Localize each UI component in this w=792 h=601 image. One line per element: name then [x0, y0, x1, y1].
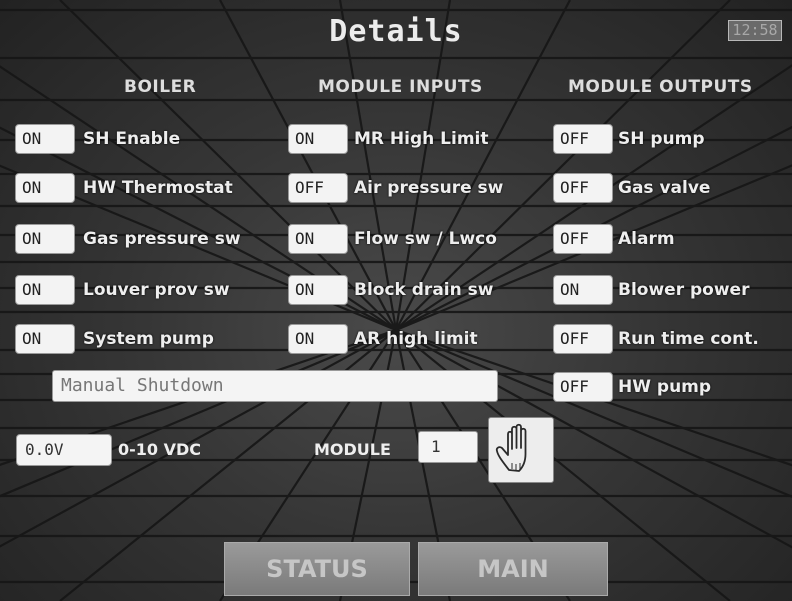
input-label: MR High Limit	[354, 129, 489, 149]
output-label: Gas valve	[618, 178, 711, 198]
hand-icon	[495, 423, 527, 472]
output-state-badge: OFF	[553, 324, 613, 354]
input-label: AR high limit	[354, 329, 478, 349]
page-title: Details	[329, 14, 463, 49]
module-outputs-header: MODULE OUTPUTS	[568, 77, 753, 97]
output-label: Alarm	[618, 229, 675, 249]
status-message-field: Manual Shutdown	[52, 370, 498, 402]
boiler-state-badge: ON	[15, 324, 75, 354]
input-state-badge: ON	[288, 124, 348, 154]
output-label: Run time cont.	[618, 329, 759, 349]
module-number-field[interactable]: 1	[418, 431, 478, 463]
input-state-badge: OFF	[288, 173, 348, 203]
boiler-label: SH Enable	[83, 129, 181, 149]
main-button[interactable]: MAIN	[418, 542, 608, 596]
input-label: Block drain sw	[354, 280, 494, 300]
boiler-header: BOILER	[124, 77, 197, 97]
clock-display: 12:58	[728, 20, 782, 41]
module-label: MODULE	[314, 440, 391, 459]
voltage-readout: 0.0V	[16, 434, 112, 466]
status-button[interactable]: STATUS	[224, 542, 410, 596]
boiler-label: Gas pressure sw	[83, 229, 241, 249]
boiler-state-badge: ON	[15, 275, 75, 305]
output-state-badge: OFF	[553, 224, 613, 254]
voltage-label: 0-10 VDC	[118, 440, 202, 459]
input-state-badge: ON	[288, 224, 348, 254]
details-screen: Details 12:58 BOILER MODULE INPUTS MODUL…	[0, 0, 792, 601]
boiler-state-badge: ON	[15, 173, 75, 203]
output-state-badge: OFF	[553, 124, 613, 154]
input-label: Flow sw / Lwco	[354, 229, 497, 249]
output-state-badge: OFF	[553, 173, 613, 203]
boiler-label: HW Thermostat	[83, 178, 233, 198]
boiler-label: System pump	[83, 329, 214, 349]
output-label: Blower power	[618, 280, 750, 300]
output-state-badge: ON	[553, 275, 613, 305]
manual-shutdown-button[interactable]	[488, 417, 554, 483]
output-state-badge: OFF	[553, 372, 613, 402]
input-state-badge: ON	[288, 324, 348, 354]
input-state-badge: ON	[288, 275, 348, 305]
output-label: SH pump	[618, 129, 705, 149]
boiler-label: Louver prov sw	[83, 280, 230, 300]
output-label: HW pump	[618, 377, 712, 397]
boiler-state-badge: ON	[15, 224, 75, 254]
module-inputs-header: MODULE INPUTS	[318, 77, 483, 97]
input-label: Air pressure sw	[354, 178, 504, 198]
boiler-state-badge: ON	[15, 124, 75, 154]
